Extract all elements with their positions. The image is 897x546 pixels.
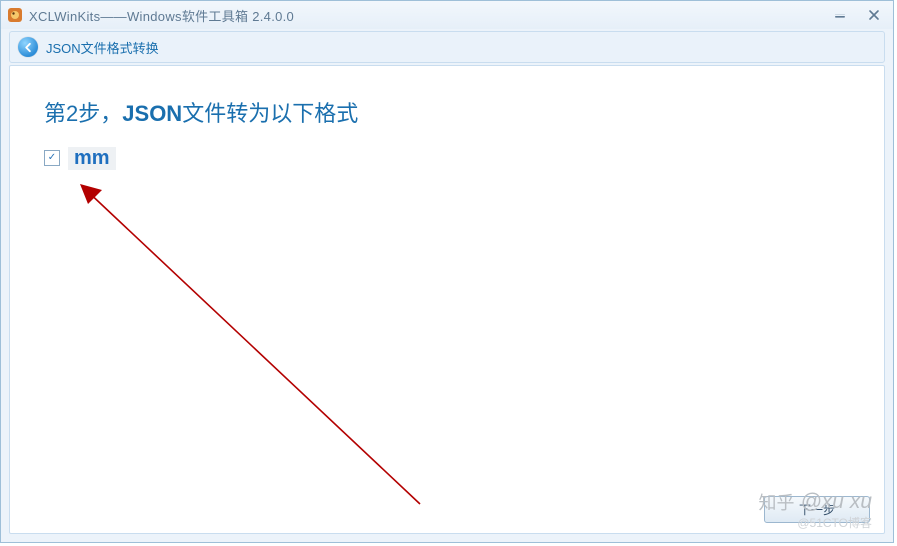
title-bar: XCLWinKits——Windows软件工具箱 2.4.0.0 xyxy=(1,1,893,29)
format-option-label: mm xyxy=(68,147,116,170)
toolbar-title: JSON文件格式转换 xyxy=(46,38,159,57)
minimize-button[interactable] xyxy=(827,7,853,23)
step-prefix: 第 xyxy=(44,101,66,126)
annotation-arrow xyxy=(70,176,430,516)
step-number: 2 xyxy=(66,101,78,126)
format-option-mm[interactable]: ✓ mm xyxy=(44,146,116,170)
step-rest: 文件转为以下格式 xyxy=(182,101,358,126)
close-button[interactable] xyxy=(861,7,887,23)
window-title: XCLWinKits——Windows软件工具箱 2.4.0.0 xyxy=(29,6,294,25)
step-suffix: 步， xyxy=(78,101,122,126)
step-json: JSON xyxy=(122,101,182,126)
step-heading: 第2步，JSON文件转为以下格式 xyxy=(44,96,358,128)
toolbar: JSON文件格式转换 xyxy=(9,31,885,63)
next-button[interactable]: 下一步 xyxy=(764,496,870,523)
checkbox-icon[interactable]: ✓ xyxy=(44,150,60,166)
content-panel: 第2步，JSON文件转为以下格式 ✓ mm 下一步 知乎 @xu xu @51C… xyxy=(9,65,885,534)
app-icon xyxy=(7,7,23,23)
back-button[interactable] xyxy=(18,37,38,57)
app-window: XCLWinKits——Windows软件工具箱 2.4.0.0 JSON文件格… xyxy=(0,0,894,543)
